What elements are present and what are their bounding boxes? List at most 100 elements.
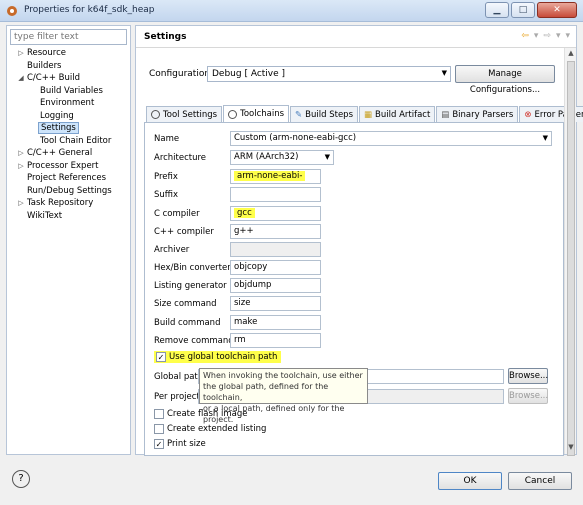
- nav-item-label: Settings: [38, 122, 79, 134]
- tab-build-artifact[interactable]: ▦ Build Artifact: [359, 106, 436, 122]
- tab-label: Toolchains: [240, 109, 285, 119]
- nav-item-label: C/C++ Build: [27, 73, 81, 83]
- tab-toolchains[interactable]: Toolchains: [223, 105, 290, 122]
- nav-item-wikitext[interactable]: WikiText: [7, 211, 130, 224]
- error-parsers-icon: ⊗: [524, 109, 532, 120]
- create-extended-listing-label: Create extended listing: [167, 424, 267, 434]
- create-extended-listing-checkbox[interactable]: Create extended listing: [154, 424, 266, 434]
- nav-panel: ▷ Resource Builders ◢ C/C++ Build Build …: [6, 25, 131, 455]
- vertical-scrollbar[interactable]: ▲ ▼: [564, 48, 576, 456]
- expand-icon[interactable]: ▷: [17, 49, 25, 57]
- checkbox-checked-icon[interactable]: ✓: [156, 352, 166, 362]
- size-field[interactable]: size: [230, 296, 321, 311]
- configuration-select[interactable]: Debug [ Active ] ▼: [207, 66, 451, 82]
- build-artifact-icon: ▦: [364, 109, 373, 120]
- cancel-button[interactable]: Cancel: [508, 472, 572, 490]
- nav-item-builders[interactable]: Builders: [7, 61, 130, 74]
- back-icon[interactable]: ⇦: [521, 31, 529, 41]
- expand-icon[interactable]: ▷: [17, 199, 25, 207]
- nav-item-project-references[interactable]: Project References: [7, 173, 130, 186]
- remove-field[interactable]: rm: [230, 333, 321, 348]
- nav-item-settings[interactable]: Settings: [7, 122, 130, 136]
- filter-input[interactable]: [10, 29, 127, 45]
- tab-binary-parsers[interactable]: ▤ Binary Parsers: [436, 106, 519, 122]
- use-global-label: Use global toolchain path: [169, 352, 278, 362]
- cpp-compiler-label: C++ compiler: [154, 227, 214, 237]
- architecture-select[interactable]: ARM (AArch32) ▼: [230, 150, 334, 165]
- dropdown-arrow-icon: ▼: [542, 134, 548, 142]
- build-field[interactable]: make: [230, 315, 321, 330]
- nav-item-label: Logging: [40, 110, 74, 121]
- dropdown-arrow-icon: ▼: [324, 153, 330, 161]
- nav-item-label: C/C++ General: [27, 148, 93, 158]
- expand-icon[interactable]: ▷: [17, 149, 25, 157]
- help-button[interactable]: ?: [12, 470, 30, 488]
- tab-label: Tool Settings: [163, 109, 218, 120]
- prefix-field[interactable]: arm-none-eabi-: [230, 169, 321, 184]
- tooltip-line: When invoking the toolchain, use either: [203, 371, 363, 380]
- collapse-icon[interactable]: ◢: [17, 74, 25, 82]
- global-path-browse-button[interactable]: Browse...: [508, 368, 548, 384]
- nav-item-cpp-general[interactable]: ▷ C/C++ General: [7, 148, 130, 161]
- name-value: Custom (arm-none-eabi-gcc): [234, 133, 357, 143]
- nav-item-processor-expert[interactable]: ▷ Processor Expert: [7, 161, 130, 174]
- nav-tree: ▷ Resource Builders ◢ C/C++ Build Build …: [7, 48, 130, 223]
- name-select[interactable]: Custom (arm-none-eabi-gcc) ▼: [230, 131, 552, 146]
- suffix-field[interactable]: [230, 187, 321, 202]
- scroll-thumb[interactable]: [567, 61, 575, 456]
- use-global-toolchain-checkbox[interactable]: ✓ Use global toolchain path: [154, 351, 282, 363]
- tab-build-steps[interactable]: ✎ Build Steps: [290, 106, 358, 122]
- checkbox-checked-icon[interactable]: ✓: [154, 439, 164, 449]
- hexbin-field[interactable]: objcopy: [230, 260, 321, 275]
- nav-item-environment[interactable]: Environment: [7, 98, 130, 111]
- nav-item-label: Processor Expert: [27, 160, 99, 171]
- nav-item-run-debug-settings[interactable]: Run/Debug Settings: [7, 186, 130, 199]
- scroll-up-icon[interactable]: ▲: [566, 49, 576, 59]
- title-bar: Properties for k64f_sdk_heap ▁ □ ✕: [0, 0, 583, 22]
- close-button[interactable]: ✕: [537, 2, 577, 18]
- nav-item-task-repository[interactable]: ▷ Task Repository: [7, 198, 130, 211]
- ok-button[interactable]: OK: [438, 472, 502, 490]
- manage-configurations-button[interactable]: Manage Configurations...: [455, 65, 555, 95]
- archiver-label: Archiver: [154, 245, 190, 255]
- print-size-label: Print size: [167, 439, 206, 449]
- tab-bar: Tool Settings Toolchains ✎ Build Steps ▦…: [146, 105, 583, 123]
- minimize-button[interactable]: ▁: [485, 2, 509, 18]
- view-menu-icon[interactable]: ▾: [565, 31, 570, 41]
- tool-settings-icon: [151, 110, 160, 119]
- cpp-compiler-field[interactable]: g++: [230, 224, 321, 239]
- forward-icon[interactable]: ⇨: [543, 31, 551, 41]
- listing-label: Listing generator: [154, 281, 227, 291]
- nav-item-label: Project References: [27, 173, 107, 183]
- archiver-field[interactable]: [230, 242, 321, 257]
- nav-item-tool-chain-editor[interactable]: Tool Chain Editor: [7, 136, 130, 149]
- c-compiler-value: gcc: [234, 208, 255, 218]
- nav-item-label: Environment: [40, 98, 95, 108]
- maximize-button[interactable]: □: [511, 2, 535, 18]
- name-label: Name: [154, 134, 180, 144]
- forward-menu-icon[interactable]: ▾: [556, 31, 561, 41]
- listing-field[interactable]: objdump: [230, 278, 321, 293]
- size-label: Size command: [154, 299, 217, 309]
- project-path-browse-button[interactable]: Browse...: [508, 388, 548, 404]
- architecture-label: Architecture: [154, 153, 207, 163]
- toolchains-icon: [228, 109, 238, 119]
- tab-label: Build Artifact: [375, 109, 431, 120]
- scroll-down-icon[interactable]: ▼: [566, 443, 576, 453]
- nav-item-resource[interactable]: ▷ Resource: [7, 48, 130, 61]
- nav-item-build-variables[interactable]: Build Variables: [7, 86, 130, 99]
- expand-icon[interactable]: ▷: [17, 162, 25, 170]
- checkbox-icon[interactable]: [154, 424, 164, 434]
- checkbox-icon[interactable]: [154, 409, 164, 419]
- back-menu-icon[interactable]: ▾: [534, 31, 539, 41]
- print-size-checkbox[interactable]: ✓ Print size: [154, 439, 206, 449]
- binary-parsers-icon: ▤: [441, 109, 450, 120]
- tab-label: Build Steps: [305, 109, 353, 120]
- nav-item-label: Tool Chain Editor: [40, 135, 112, 146]
- tab-tool-settings[interactable]: Tool Settings: [146, 106, 223, 122]
- prefix-value: arm-none-eabi-: [234, 171, 306, 181]
- nav-item-label: Build Variables: [40, 85, 103, 96]
- nav-item-cpp-build[interactable]: ◢ C/C++ Build: [7, 73, 130, 86]
- configuration-value: Debug [ Active ]: [212, 69, 286, 79]
- c-compiler-field[interactable]: gcc: [230, 206, 321, 221]
